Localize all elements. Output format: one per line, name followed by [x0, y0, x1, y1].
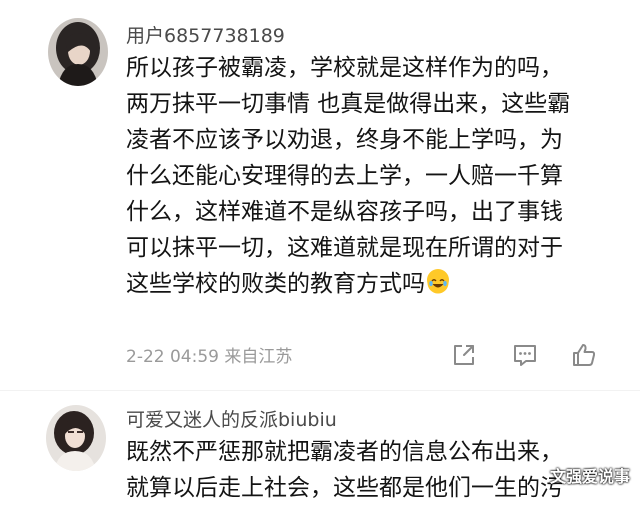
comment-line: 什么，这样难道不是纵容孩子吗，出了事钱 — [126, 199, 563, 225]
comment-item: 可爱又迷人的反派biubiu 既然不严惩那就把霸凌者的信息公布出来， 就算以后走… — [0, 391, 640, 501]
user-avatar[interactable] — [48, 18, 108, 86]
comment-line: 既然不严惩那就把霸凌者的信息公布出来， — [126, 439, 563, 465]
location: 来自江苏 — [224, 347, 293, 367]
comment-line: 就算以后走上社会，这些都是他们一生的污 — [126, 475, 563, 501]
share-icon[interactable] — [450, 341, 478, 369]
comment-line: 两万抹平一切事情 也真是做得出来，这些霸 — [126, 91, 571, 117]
comment-line: 什么还能心安理得的去上学，一人赔一千算 — [126, 163, 563, 189]
comment-meta: 2-22 04:59 来自江苏 — [126, 341, 606, 367]
comment-line-text: 这些学校的败类的教育方式吗 — [126, 271, 425, 297]
comment-line: 所以孩子被霸凌，学校就是这样作为的吗， — [126, 55, 563, 81]
comment-line-last: 这些学校的败类的教育方式吗 — [126, 266, 570, 302]
user-avatar[interactable] — [46, 405, 106, 471]
username[interactable]: 用户6857738189 — [126, 21, 285, 48]
comment-text: 所以孩子被霸凌，学校就是这样作为的吗， 两万抹平一切事情 也真是做得出来，这些霸… — [126, 50, 570, 302]
comment-text: 既然不严惩那就把霸凌者的信息公布出来， 就算以后走上社会，这些都是他们一生的污 — [126, 434, 563, 506]
laughing-crying-emoji-icon — [427, 269, 449, 294]
comment-line: 可以抹平一切，这难道就是现在所谓的对于 — [126, 235, 563, 261]
comment-icon[interactable] — [511, 341, 539, 369]
watermark: 文强爱说事 — [549, 467, 630, 486]
timestamp: 2-22 04:59 — [126, 347, 219, 367]
comment-line: 凌者不应该予以劝退，终身不能上学吗，为 — [126, 127, 563, 153]
avatar-photo-icon — [48, 18, 108, 86]
comment-item: 用户6857738189 所以孩子被霸凌，学校就是这样作为的吗， 两万抹平一切事… — [0, 0, 640, 390]
avatar-photo-icon — [46, 405, 106, 471]
comment-meta-text: 2-22 04:59 来自江苏 — [126, 342, 292, 367]
like-icon[interactable] — [570, 341, 598, 369]
username[interactable]: 可爱又迷人的反派biubiu — [126, 405, 337, 432]
